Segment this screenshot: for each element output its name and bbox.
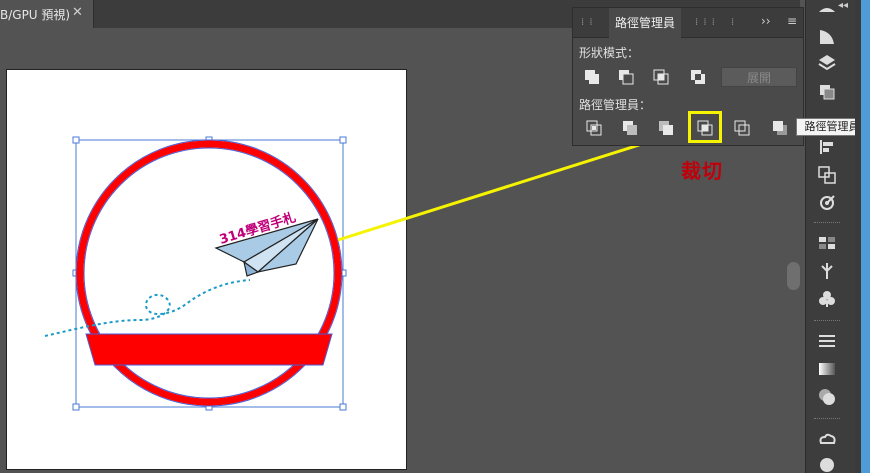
appearance-icon[interactable] [816, 386, 838, 408]
crop-button-highlight [688, 111, 722, 143]
panel-overflow-button[interactable]: ›› [761, 14, 771, 28]
align-panel-icon[interactable] [816, 164, 838, 186]
panel-header: ⁞ ⁞ 路徑管理員 ⁞ ⁞ ⁞ ⁞ ›› ≡ [573, 8, 803, 38]
grip-icon[interactable]: ⁞ [731, 17, 735, 28]
outline-icon[interactable] [731, 117, 753, 139]
intersect-icon[interactable] [650, 66, 672, 88]
collapse-icon[interactable]: ◂◂ [838, 0, 848, 11]
transparency-icon[interactable] [816, 192, 838, 214]
selection-handles [72, 136, 347, 411]
links-icon[interactable] [816, 232, 838, 254]
grip-icon[interactable]: ⁞ ⁞ [581, 17, 594, 28]
gradient-icon[interactable] [816, 358, 838, 380]
brushes-icon[interactable] [816, 288, 838, 310]
panel-menu-icon[interactable]: ≡ [787, 14, 797, 28]
stroke-icon[interactable] [816, 330, 838, 352]
layers-icon[interactable] [816, 52, 838, 74]
color-icon[interactable] [816, 454, 838, 473]
red-band [85, 333, 333, 366]
minus-back-icon[interactable] [769, 117, 791, 139]
shape-icon[interactable] [816, 2, 838, 24]
toolbar-divider [814, 418, 840, 420]
pathfinders-label: 路徑管理員： [579, 98, 652, 112]
pathfinder-icon[interactable] [816, 81, 838, 103]
annotation-arrow [337, 130, 681, 242]
shape-modes-label: 形狀模式： [579, 46, 640, 60]
expand-button[interactable]: 展開 [721, 67, 797, 87]
transform-icon[interactable] [816, 136, 838, 158]
minus-front-icon[interactable] [615, 66, 637, 88]
symbols-icon[interactable] [816, 260, 838, 282]
toolbar-divider [814, 320, 840, 322]
crop-annotation-label: 裁切 [681, 159, 723, 183]
trim-icon[interactable] [619, 117, 641, 139]
panel-dock-toolbar: ◂◂ [805, 0, 855, 473]
divide-icon[interactable] [583, 117, 605, 139]
align-icon[interactable] [816, 26, 838, 48]
window-edge-inner [855, 0, 861, 473]
toolbar-divider [814, 222, 840, 224]
grip-icon[interactable]: ⁞ ⁞ ⁞ [695, 17, 716, 28]
tab-pathfinder[interactable]: 路徑管理員 [609, 8, 681, 38]
cc-libraries-icon[interactable] [816, 428, 838, 450]
exclude-icon[interactable] [687, 66, 709, 88]
unite-icon[interactable] [581, 66, 603, 88]
window-edge-strip [855, 0, 870, 473]
merge-icon[interactable] [655, 117, 677, 139]
